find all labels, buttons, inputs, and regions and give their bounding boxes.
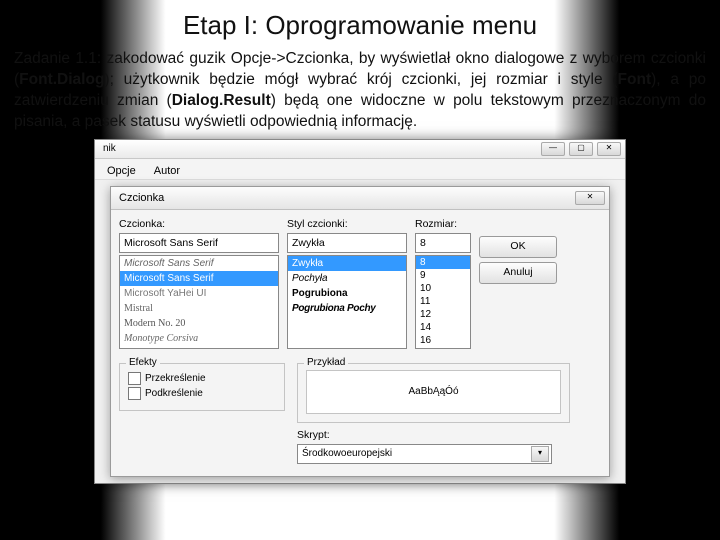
maximize-button[interactable]: ▢ [569, 142, 593, 156]
bold-fontdialog: Font.Dialog [19, 71, 104, 88]
bold-font: Font [618, 71, 652, 88]
list-item[interactable]: Modern No. 20 [120, 316, 278, 331]
cancel-button[interactable]: Anuluj [479, 262, 557, 284]
sample-text: AaBbĄąÓó [306, 370, 561, 414]
script-combobox[interactable]: Środkowoeuropejski ▾ [297, 444, 552, 464]
close-button[interactable]: ✕ [597, 142, 621, 156]
font-label: Czcionka: [119, 218, 279, 230]
effects-legend: Efekty [126, 357, 160, 368]
parent-window-title: nik [99, 143, 116, 154]
ok-button[interactable]: OK [479, 236, 557, 258]
parent-window-titlebar: nik — ▢ ✕ [95, 140, 625, 159]
script-section: Skrypt: Środkowoeuropejski ▾ [297, 429, 552, 464]
list-item[interactable]: 14 [416, 321, 470, 334]
dialog-close-button[interactable]: ✕ [575, 191, 605, 205]
size-input[interactable]: 8 [415, 233, 471, 253]
style-input[interactable]: Zwykła [287, 233, 407, 253]
size-label: Rozmiar: [415, 218, 471, 230]
slide-title: Etap I: Oprogramowanie menu [0, 0, 720, 41]
list-item[interactable]: 9 [416, 269, 470, 282]
menu-autor[interactable]: Autor [148, 163, 186, 179]
list-item[interactable]: 12 [416, 308, 470, 321]
chevron-down-icon: ▾ [531, 446, 549, 462]
parent-window-body: Czcionka ✕ Czcionka: Microsoft Sans Seri… [95, 180, 625, 483]
list-item[interactable]: Zwykła [288, 256, 406, 271]
checkbox-icon [128, 372, 141, 385]
list-item[interactable]: Mistral [120, 301, 278, 316]
script-value: Środkowoeuropejski [302, 448, 392, 459]
list-item[interactable]: Pogrubiona Pochy [288, 301, 406, 316]
list-item[interactable]: Pogrubiona [288, 286, 406, 301]
sample-legend: Przykład [304, 357, 348, 368]
underline-checkbox[interactable]: Podkreślenie [128, 387, 276, 400]
checkbox-icon [128, 387, 141, 400]
minimize-button[interactable]: — [541, 142, 565, 156]
font-input[interactable]: Microsoft Sans Serif [119, 233, 279, 253]
task-text: ); użytkownik będzie mógł wybrać krój cz… [104, 71, 617, 88]
style-label: Styl czcionki: [287, 218, 407, 230]
list-item[interactable]: 10 [416, 282, 470, 295]
parent-window: nik — ▢ ✕ Opcje Autor Czcionka ✕ Czcionk… [94, 139, 626, 484]
list-item[interactable]: Monotype Corsiva [120, 331, 278, 346]
list-item[interactable]: 8 [416, 256, 470, 269]
strikeout-label: Przekreślenie [145, 373, 206, 384]
list-item[interactable]: Microsoft Sans Serif [120, 256, 278, 271]
list-item[interactable]: 11 [416, 295, 470, 308]
list-item[interactable]: 16 [416, 334, 470, 347]
effects-group: Efekty Przekreślenie Podkreślenie [119, 363, 285, 411]
style-listbox[interactable]: Zwykła Pochyła Pogrubiona Pogrubiona Poc… [287, 255, 407, 349]
list-item[interactable]: Microsoft YaHei UI [120, 286, 278, 301]
font-listbox[interactable]: Microsoft Sans Serif Microsoft Sans Seri… [119, 255, 279, 349]
strikeout-checkbox[interactable]: Przekreślenie [128, 372, 276, 385]
task-paragraph: Zadanie 1.1: zakodować guzik Opcje->Czci… [0, 41, 720, 139]
menu-bar: Opcje Autor [95, 159, 625, 180]
font-dialog: Czcionka ✕ Czcionka: Microsoft Sans Seri… [110, 186, 610, 477]
dialog-titlebar: Czcionka ✕ [111, 187, 609, 210]
underline-label: Podkreślenie [145, 388, 203, 399]
list-item[interactable]: Pochyła [288, 271, 406, 286]
bold-dialogresult: Dialog.Result [172, 92, 271, 109]
menu-opcje[interactable]: Opcje [101, 163, 142, 179]
sample-group: Przykład AaBbĄąÓó [297, 363, 570, 423]
script-label: Skrypt: [297, 429, 552, 441]
dialog-title: Czcionka [119, 192, 164, 204]
list-item[interactable]: Microsoft Sans Serif [120, 271, 278, 286]
size-listbox[interactable]: 8 9 10 11 12 14 16 [415, 255, 471, 349]
